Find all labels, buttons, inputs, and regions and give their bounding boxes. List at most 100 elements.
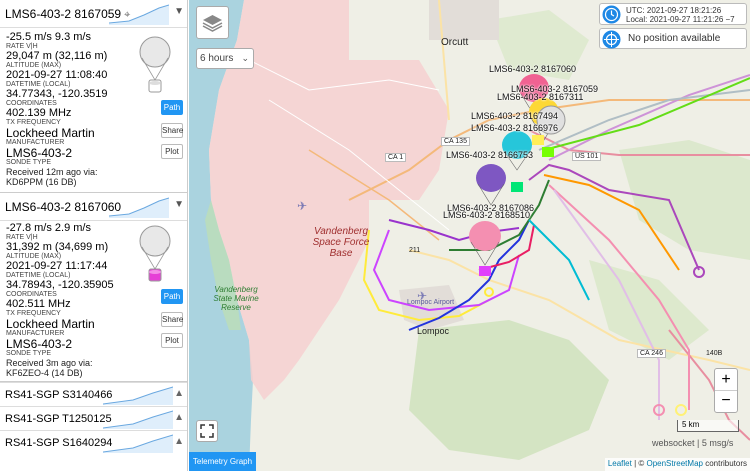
attribution-contrib: contributors — [702, 459, 747, 468]
fullscreen-icon — [200, 424, 214, 438]
altitude-value: 29,047 m (32,116 m) — [6, 50, 108, 62]
svg-text:✈: ✈ — [297, 199, 307, 213]
rate-value: -27.8 m/s 2.9 m/s — [6, 222, 91, 234]
sonde-map-label[interactable]: LMS6-403-2 8168510 — [443, 210, 530, 220]
osm-link[interactable]: OpenStreetMap — [646, 459, 702, 468]
collapse-icon[interactable]: ▼ — [174, 6, 184, 17]
datetime-label: DATETIME (LOCAL) — [6, 81, 71, 88]
share-button[interactable]: Share — [161, 312, 183, 327]
map-tiles: ✈ ✈ — [189, 0, 750, 471]
received-text: Received 3m ago via: — [6, 358, 93, 368]
sonde-header-label: RS41-SGP S1640294 — [5, 437, 113, 449]
rate-label: RATE V|H — [6, 234, 38, 241]
local-time: Local: 2021-09-27 11:21:26 −7 — [626, 15, 735, 24]
sonde-header-s1640294[interactable]: RS41-SGP S1640294 ▲ — [0, 430, 187, 454]
altitude-sparkline — [103, 410, 173, 429]
share-button[interactable]: Share — [161, 123, 183, 138]
sonde-map-label[interactable]: LMS6-403-2 8166753 — [446, 150, 533, 160]
sonde-sidebar: LMS6-403-2 8167059 ⌖ ▼ -25.5 m/s 9.3 m/s … — [0, 0, 188, 471]
expand-icon[interactable]: ▲ — [174, 412, 184, 423]
path-button[interactable]: Path — [161, 289, 183, 304]
altitude-sparkline — [109, 197, 169, 218]
road-ca246: CA 246 — [637, 349, 666, 358]
altitude-sparkline — [103, 386, 173, 405]
sonde-map-label[interactable]: LMS6-403-2 8167494 — [471, 111, 558, 121]
sonde-header-8167059[interactable]: LMS6-403-2 8167059 ⌖ ▼ — [0, 0, 187, 28]
sonde-header-label: RS41-SGP S3140466 — [5, 389, 113, 401]
layers-button[interactable] — [196, 6, 229, 39]
sonde-type-label: SONDE TYPE — [6, 159, 51, 166]
websocket-status: websocket | 5 msg/s — [652, 438, 734, 448]
position-status: No position available — [628, 33, 721, 44]
place-lompoc-airport: Lompoc Airport — [407, 299, 455, 306]
altitude-label: ALTITUDE (MAX) — [6, 253, 62, 260]
balloon-icon — [139, 36, 171, 93]
sonde-map-label[interactable]: LMS6-403-2 8167060 — [489, 64, 576, 74]
rate-label: RATE V|H — [6, 43, 38, 50]
balloon-icon — [139, 225, 171, 282]
attribution-sep: | © — [631, 459, 647, 468]
fullscreen-button[interactable] — [196, 420, 218, 442]
sonde-map-label[interactable]: LMS6-403-2 8167311 — [497, 92, 583, 102]
manufacturer-label: MANUFACTURER — [6, 330, 65, 337]
frequency-label: TX FREQUENCY — [6, 119, 61, 126]
layers-icon — [202, 15, 223, 32]
sonde-type-label: SONDE TYPE — [6, 350, 51, 357]
sonde-map-label[interactable]: LMS6-403-2 8166976 — [471, 123, 558, 133]
received-text: Received 12m ago via: — [6, 167, 98, 177]
chevron-down-icon: ⌄ — [241, 53, 249, 63]
coordinates-label: COORDINATES — [6, 100, 57, 107]
frequency-label: TX FREQUENCY — [6, 310, 61, 317]
sonde-details-8167060: -27.8 m/s 2.9 m/s RATE V|H 31,392 m (34,… — [0, 221, 187, 382]
altitude-sparkline — [109, 4, 169, 25]
plot-button[interactable]: Plot — [161, 144, 183, 159]
zoom-control: + − — [714, 368, 738, 413]
road-ca1: CA 1 — [385, 153, 407, 162]
altitude-sparkline — [103, 434, 173, 453]
received-via: KD6PPM (16 DB) — [6, 177, 77, 187]
plot-button[interactable]: Plot — [161, 333, 183, 348]
time-range-value: 6 hours — [200, 53, 234, 64]
manufacturer-value: Lockheed Martin — [6, 317, 95, 331]
time-range-select[interactable]: 6 hours ⌄ — [196, 48, 254, 69]
sonde-header-8167060[interactable]: LMS6-403-2 8167060 ▼ — [0, 193, 187, 221]
road-ca135: CA 135 — [441, 137, 470, 146]
zoom-in-button[interactable]: + — [715, 369, 737, 391]
telemetry-graph-button[interactable]: Telemetry Graph — [189, 452, 256, 471]
datetime-label: DATETIME (LOCAL) — [6, 272, 71, 279]
zoom-out-button[interactable]: − — [715, 391, 737, 413]
expand-icon[interactable]: ▲ — [174, 388, 184, 399]
coordinates-value: 34.77343, -120.3519 — [6, 88, 108, 100]
place-vsmr: Vandenberg State Marine Reserve — [213, 285, 259, 312]
altitude-label: ALTITUDE (MAX) — [6, 62, 62, 69]
position-panel[interactable]: No position available — [599, 28, 747, 49]
road-us101: US 101 — [572, 152, 602, 161]
path-button[interactable]: Path — [161, 100, 183, 115]
received-via: KF6ZEO-4 (14 DB) — [6, 368, 83, 378]
compass-icon — [602, 30, 621, 49]
datetime-value: 2021-09-27 11:17:44 — [6, 260, 108, 272]
clock-panel: UTC: 2021-09-27 18:21:26 Local: 2021-09-… — [599, 3, 747, 25]
road-211: 211 — [409, 247, 421, 254]
scale-bar: 5 km — [677, 420, 739, 432]
sonde-details-8167059: -25.5 m/s 9.3 m/s RATE V|H 29,047 m (32,… — [0, 28, 187, 193]
rate-value: -25.5 m/s 9.3 m/s — [6, 31, 91, 43]
expand-icon[interactable]: ▲ — [174, 436, 184, 447]
sonde-header-t1250125[interactable]: RS41-SGP T1250125 ▲ — [0, 406, 187, 430]
coordinates-label: COORDINATES — [6, 291, 57, 298]
road-140b: 140B — [706, 350, 723, 357]
coordinates-value: 34.78943, -120.35905 — [6, 279, 114, 291]
frequency-value: 402.511 MHz — [6, 298, 71, 310]
place-vandenberg: Vandenberg Space Force Base — [312, 226, 370, 259]
manufacturer-label: MANUFACTURER — [6, 139, 65, 146]
altitude-value: 31,392 m (34,699 m) — [6, 241, 109, 253]
collapse-icon[interactable]: ▼ — [174, 199, 184, 210]
sonde-header-s3140466[interactable]: RS41-SGP S3140466 ▲ — [0, 382, 187, 406]
map-view[interactable]: ✈ ✈ Orcutt Lompoc Lompoc Airport Vandenb… — [189, 0, 750, 471]
clock-icon — [602, 5, 621, 24]
place-orcutt: Orcutt — [441, 37, 469, 48]
sonde-type-value: LMS6-403-2 — [6, 337, 73, 351]
utc-time: UTC: 2021-09-27 18:21:26 — [626, 6, 722, 15]
sonde-type-value: LMS6-403-2 — [6, 146, 73, 160]
leaflet-link[interactable]: Leaflet — [608, 459, 632, 468]
